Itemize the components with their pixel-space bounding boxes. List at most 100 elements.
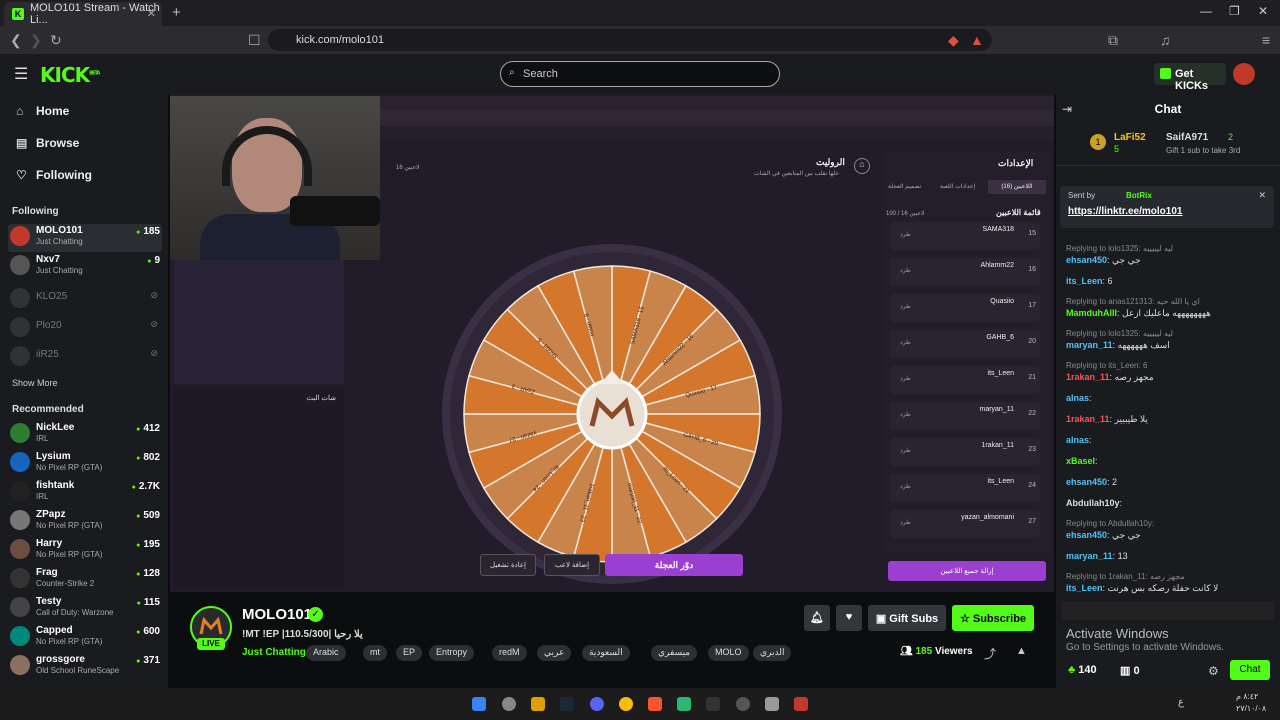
brave-icon[interactable] [648,697,662,711]
tag-chip[interactable]: عربي [537,645,572,661]
chat-username[interactable]: ehsan450 [1066,477,1107,487]
kick-player-button[interactable]: طرد [900,375,911,382]
app-icon[interactable] [736,697,750,711]
recommended-channel[interactable]: ZPapzNo Pixel RP (GTA) 509 [8,508,162,536]
tag-chip[interactable]: Arabic [306,645,346,661]
maximize-button[interactable]: ❐ [1229,4,1240,18]
kick-player-button[interactable]: طرد [900,447,911,454]
app-icon[interactable] [765,697,779,711]
tab-players[interactable]: اللاعبين (16) [988,180,1046,194]
notification-bell-button[interactable]: 🔔︎ [804,605,830,631]
nav-browse[interactable]: ▤ Browse [16,136,79,150]
forward-icon[interactable]: ❯ [30,32,42,49]
chat-username[interactable]: alnas [1066,435,1089,445]
chat-username[interactable]: ehsan450 [1066,530,1107,540]
kick-player-button[interactable]: طرد [900,339,911,346]
restart-button[interactable]: إعادة تشغيل [480,554,536,576]
tag-chip[interactable]: EP [396,645,423,661]
tag-chip[interactable]: السعودية [582,645,630,661]
tag-chip[interactable]: Entropy [429,645,475,661]
share-icon[interactable]: ⤴ [984,645,996,662]
menu-icon[interactable]: ≡ [1262,32,1270,48]
subscribe-button[interactable]: ☆ Subscribe [952,605,1034,631]
tag-chip[interactable]: ميسفري [651,645,698,661]
chat-username[interactable]: 1rakan_11 [1066,372,1110,382]
add-player-button[interactable]: إضافة لاعب [544,554,600,576]
following-channel-offline[interactable]: KLO25 ⊘ [8,286,162,314]
search-input[interactable]: ⌕ Search [500,61,780,87]
emote-bar[interactable] [1062,602,1274,620]
unpin-icon[interactable]: ✕ [1258,190,1266,201]
app-icon[interactable] [677,697,691,711]
following-channel[interactable]: Nxv7 Just Chatting 9 [8,253,162,281]
minimize-button[interactable]: — [1200,4,1212,18]
get-kicks-button[interactable]: Get KICKs [1154,63,1226,92]
recommended-channel[interactable]: TestyCall of Duty: Warzone 115 [8,595,162,623]
extensions-icon[interactable]: ⧉ [1108,32,1118,49]
tab-game-settings[interactable]: إعدادات اللعبة [940,183,975,190]
steam-icon[interactable] [560,697,574,711]
user-avatar[interactable] [1233,63,1255,85]
following-channel-offline[interactable]: Plo20 ⊘ [8,315,162,343]
chat-username[interactable]: its_Leen [1066,276,1103,286]
start-icon[interactable] [472,697,486,711]
brave-shield-icon[interactable]: ◆ [948,32,959,49]
rewards-icon[interactable]: ▲ [970,32,984,48]
follow-button[interactable]: ♥ [836,605,862,631]
url-field[interactable]: kick.com/molo101 [268,29,992,51]
discord-icon[interactable] [590,697,604,711]
keyboard-language[interactable]: ع [1178,697,1184,708]
home-icon[interactable]: ⌂ [854,158,870,174]
recommended-channel[interactable]: LysiumNo Pixel RP (GTA) 802 [8,450,162,478]
report-icon[interactable]: ▲ [1016,645,1027,657]
kick-logo[interactable]: KICKBETA [40,63,100,87]
recommended-channel[interactable]: grossgoreOld School RuneScape 371 [8,653,162,681]
chat-username[interactable]: Abdullah10y [1066,498,1120,508]
spin-wheel-button[interactable]: دوّر العجلة [605,554,743,576]
chat-username[interactable]: MamduhAlll [1066,308,1117,318]
file-explorer-icon[interactable] [531,697,545,711]
chrome-icon[interactable] [619,697,633,711]
tag-chip[interactable]: mt [363,645,387,661]
kick-player-button[interactable]: طرد [900,231,911,238]
tab-wheel-design[interactable]: تصميم العجلة [888,183,921,190]
pinned-message[interactable]: Sent by BotRix https://linktr.ee/molo101… [1060,186,1274,228]
app-icon[interactable] [794,697,808,711]
nav-home[interactable]: ⌂ Home [16,104,69,118]
tag-chip[interactable]: redM [492,645,527,661]
stream-category[interactable]: Just Chatting [242,647,306,658]
recommended-channel[interactable]: HarryNo Pixel RP (GTA) 195 [8,537,162,565]
chat-send-button[interactable]: Chat [1230,660,1270,680]
following-channel[interactable]: MOLO101 Just Chatting 185 [8,224,162,252]
obs-icon[interactable] [502,697,516,711]
recommended-channel[interactable]: NickLeeIRL 412 [8,421,162,449]
browser-tab[interactable]: K MOLO101 Stream - Watch Li... ✕ [4,2,162,26]
recommended-channel[interactable]: fishtankIRL 2.7K [8,479,162,507]
show-more-link[interactable]: Show More [12,378,58,388]
bookmark-icon[interactable]: ☐ [248,32,261,49]
tab-close-icon[interactable]: ✕ [147,7,156,20]
remove-all-players-button[interactable]: إزالة جميع اللاعبين [888,561,1046,581]
recommended-channel[interactable]: CappedNo Pixel RP (GTA) 600 [8,624,162,652]
kick-player-button[interactable]: طرد [900,303,911,310]
kick-player-button[interactable]: طرد [900,267,911,274]
tag-chip[interactable]: MOLO [708,645,749,661]
nav-following[interactable]: ♡ Following [16,168,92,182]
roulette-wheel[interactable]: SAMA318 - 15Ahlamm22 - 16Quasiio - 17GAH… [442,244,782,584]
tag-chip[interactable]: الدبري [753,645,792,661]
music-icon[interactable]: ♫ [1160,32,1171,48]
chat-username[interactable]: alnas [1066,393,1089,403]
clock-time[interactable]: ٨:٤٢ م [1236,692,1258,701]
app-icon[interactable] [706,697,720,711]
clock-date[interactable]: ٢٧/١٠/٠٨ [1236,704,1266,713]
recommended-channel[interactable]: FragCounter-Strike 2 128 [8,566,162,594]
pinned-link[interactable]: https://linktr.ee/molo101 [1068,206,1182,217]
chat-username[interactable]: xBasel [1066,456,1095,466]
following-channel-offline[interactable]: iiR25 ⊘ [8,344,162,372]
chat-username[interactable]: 1rakan_11 [1066,414,1110,424]
kick-player-button[interactable]: طرد [900,411,911,418]
gift-subs-button[interactable]: ▣ Gift Subs [868,605,946,631]
channel-name[interactable]: MOLO101 [242,606,312,623]
kick-player-button[interactable]: طرد [900,519,911,526]
video-player[interactable]: شات البث الروليت خلها تقلب بين المتابعين… [170,94,1054,592]
